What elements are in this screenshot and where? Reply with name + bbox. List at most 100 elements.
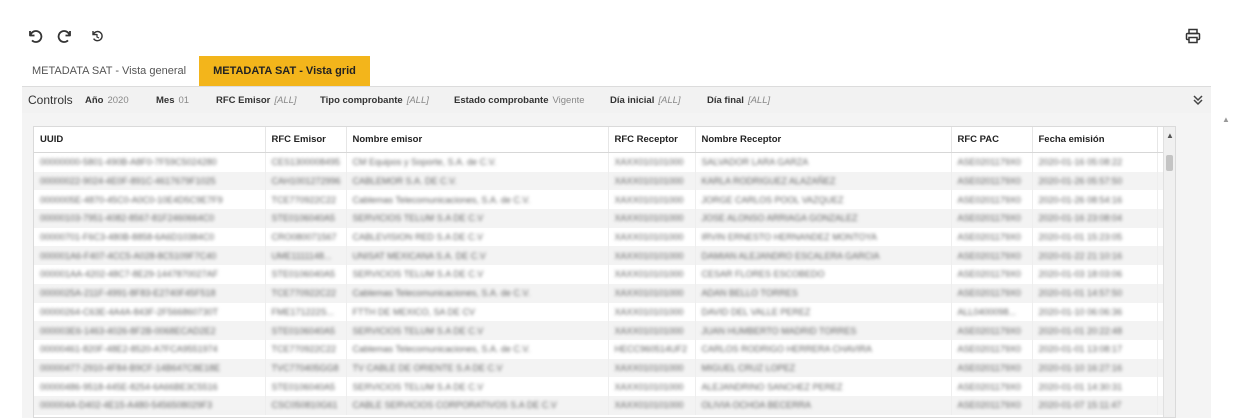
cell-text: ASE0201179X0: [957, 250, 1021, 261]
control-value: [ALL]: [658, 94, 681, 106]
table-cell: XAXX010101000: [608, 246, 696, 266]
cell-text: 00000103-7951-4082-8567-81F2460664C0: [40, 213, 215, 224]
grid-panel: UUID RFC Emisor Nombre emisor RFC Receptor N…: [22, 113, 1211, 418]
table-cell: CABLE SERVICIOS CORPORATIVOS S.A DE C.V: [346, 395, 609, 415]
cell-text: FTTH DE MEXICO, SA DE CV: [352, 306, 476, 317]
table-cell: DAVID DEL VALLE PEREZ: [695, 302, 952, 322]
cell-text: ASE0201179X0: [957, 232, 1021, 243]
reset-icon[interactable]: [86, 25, 108, 47]
table-cell: ASE0201179X0: [951, 265, 1033, 284]
cell-text: CAH1001272996: [271, 176, 341, 187]
cell-text: 00000022-9024-4E0F-891C-4617679F1025: [40, 176, 216, 187]
table-row[interactable]: 00000477-2910-4F84-B9CF-14B647C8E18E TVC7…: [34, 358, 1175, 378]
control-estado-comprobante[interactable]: Estado comprobante Vigente: [454, 87, 585, 113]
control-mes[interactable]: Mes 01: [156, 87, 189, 113]
cell-text: 2020-01-16 05:08:22: [1038, 157, 1123, 168]
table-cell: XAXX010101000: [608, 190, 696, 210]
cell-text: 2020-01-16 23:08:04: [1038, 213, 1123, 224]
page-scroll-up-icon[interactable]: ▲: [1222, 115, 1230, 124]
undo-icon[interactable]: [24, 25, 46, 47]
table-cell: TCE770922C22: [265, 190, 347, 210]
cell-text: STE0106040A5: [271, 269, 336, 280]
table-cell: 00000264-C63E-4A4A-843F-2F566860730T: [34, 302, 266, 322]
cell-text: 000001AA-4202-48C7-8E29-1447870027AF: [40, 269, 219, 280]
column-header[interactable]: RFC Receptor: [608, 127, 696, 153]
cell-text: ASE0201179X0: [957, 344, 1021, 355]
expand-controls-icon[interactable]: [1191, 93, 1205, 107]
table-cell: KARLA RODRIGUEZ ALAZAÑEZ: [695, 171, 952, 191]
cell-text: 2020-01-01 14:57:50: [1038, 288, 1123, 299]
column-header[interactable]: Nombre Receptor: [695, 127, 952, 153]
controls-title: Controls: [28, 93, 73, 107]
table-row[interactable]: 0000025A-211F-4991-8F83-E2740F45F518 TCE7…: [34, 283, 1175, 303]
table-cell: 00000461-820F-48E2-8520-A7FCA9551974: [34, 339, 266, 359]
cell-text: TCE770922C22: [271, 194, 337, 205]
table-cell: JORGE CARLOS POOL VAZQUEZ: [695, 190, 952, 210]
cell-text: CABLE SERVICIOS CORPORATIVOS S.A DE C.V: [352, 400, 557, 411]
cell-text: 2020-01-03 18:03:06: [1038, 269, 1123, 280]
control-rfc-emisor[interactable]: RFC Emisor [ALL]: [216, 87, 297, 113]
cell-text: SERVICIOS TELUM S.A DE C.V: [352, 213, 484, 224]
table-row[interactable]: 00000486-9518-445E-8254-6A66BE3C5516 STE0…: [34, 377, 1175, 396]
cell-text: CES1300008495: [271, 157, 341, 168]
column-header[interactable]: Fecha emisión: [1032, 127, 1158, 153]
table-cell: ASE0201179X0: [951, 209, 1033, 228]
redo-icon[interactable]: [54, 25, 76, 47]
table-cell: DAMIAN ALEJANDRO ESCALERA GARCIA: [695, 246, 952, 266]
print-icon[interactable]: [1182, 25, 1204, 47]
cell-text: CRO080071567: [271, 232, 337, 243]
scroll-thumb[interactable]: [1166, 155, 1173, 171]
cell-text: 000001A6-F407-4CC5-A028-8C5109F7C40: [40, 250, 217, 261]
table-cell: 0000005E-4870-45C0-A0C0-10E4D5C9E7F9: [34, 190, 266, 210]
cell-text: XAXX010101000: [614, 176, 684, 187]
cell-text: XAXX010101000: [614, 400, 684, 411]
cell-text: ASE0201179X0: [957, 194, 1021, 205]
table-row[interactable]: 000001AA-4202-48C7-8E29-1447870027AF STE0…: [34, 265, 1175, 284]
control-anio[interactable]: Año 2020: [85, 87, 129, 113]
cell-text: ASE0201179X0: [957, 288, 1021, 299]
cell-text: 2020-01-01 20:22:48: [1038, 325, 1123, 336]
table-row[interactable]: 00000264-C63E-4A4A-843F-2F566860730T FME1…: [34, 302, 1175, 322]
table-cell: 00000022-9024-4E0F-891C-4617679F1025: [34, 171, 266, 191]
table-cell: CESAR FLORES ESCOBEDO: [695, 265, 952, 284]
table-row[interactable]: 00000701-F6C3-480B-8858-6A6D10384C0 CRO08…: [34, 227, 1175, 247]
table-row[interactable]: 00000022-9024-4E0F-891C-4617679F1025 CAH1…: [34, 171, 1175, 191]
table-row[interactable]: 000003E6-1463-4026-8F2B-0068ECAD2E2 STE01…: [34, 321, 1175, 340]
cell-text: XAXX010101000: [614, 269, 684, 280]
table-cell: 2020-01-03 18:03:06: [1032, 265, 1158, 284]
scroll-up-icon[interactable]: ▲: [1166, 131, 1174, 140]
table-cell: STE0106040A5: [265, 265, 347, 284]
control-dia-inicial[interactable]: Día inicial [ALL]: [610, 87, 681, 113]
table-cell: CRO080071567: [265, 227, 347, 247]
cell-text: XAXX010101000: [614, 213, 684, 224]
column-header[interactable]: Nombre emisor: [346, 127, 609, 153]
tab-vista-general[interactable]: METADATA SAT - Vista general: [22, 56, 196, 86]
table-cell: CABLEVISION RED S.A DE C.V: [346, 227, 609, 247]
table-row[interactable]: 000004A-D402-4E15-A480-5456508029F3 CSC05…: [34, 395, 1175, 415]
column-header[interactable]: UUID: [34, 127, 266, 153]
control-dia-final[interactable]: Día final [ALL]: [707, 87, 770, 113]
table-row[interactable]: 00000103-7951-4082-8567-81F2460664C0 STE0…: [34, 209, 1175, 228]
cell-text: 2020-01-26 08:54:16: [1038, 194, 1123, 205]
table-row[interactable]: 00000000-5801-490B-A8F0-7F59C5024280 CES1…: [34, 152, 1175, 172]
table-cell: SERVICIOS TELUM S.A DE C.V: [346, 377, 609, 396]
cell-text: 2020-01-26 05:57:50: [1038, 176, 1123, 187]
column-header[interactable]: RFC PAC: [951, 127, 1033, 153]
column-header[interactable]: RFC Emisor: [265, 127, 347, 153]
table-cell: 00000486-9518-445E-8254-6A66BE3C5516: [34, 377, 266, 396]
table-row[interactable]: 000001A6-F407-4CC5-A028-8C5109F7C40 UME11…: [34, 246, 1175, 266]
table-cell: XAXX010101000: [608, 358, 696, 378]
cell-text: JOSE ALONSO ARRIAGA GONZALEZ: [701, 213, 858, 224]
tab-vista-grid[interactable]: METADATA SAT - Vista grid: [199, 56, 370, 86]
table-row[interactable]: 00000461-820F-48E2-8520-A7FCA9551974 TCE7…: [34, 339, 1175, 359]
table-row[interactable]: 0000005E-4870-45C0-A0C0-10E4D5C9E7F9 TCE7…: [34, 190, 1175, 210]
control-tipo-comprobante[interactable]: Tipo comprobante [ALL]: [320, 87, 429, 113]
table-cell: 2020-01-16 23:08:04: [1032, 209, 1158, 228]
cell-text: CESAR FLORES ESCOBEDO: [701, 269, 825, 280]
cell-text: 00000000-5801-490B-A8F0-7F59C5024280: [40, 157, 217, 168]
cell-text: 2020-01-10 16:27:16: [1038, 362, 1123, 373]
grid-scrollbar[interactable]: ▲: [1163, 127, 1175, 417]
table-cell: STE0106040A5: [265, 209, 347, 228]
page-scrollbar[interactable]: ▲: [1219, 113, 1233, 418]
table-cell: XAXX010101000: [608, 395, 696, 415]
